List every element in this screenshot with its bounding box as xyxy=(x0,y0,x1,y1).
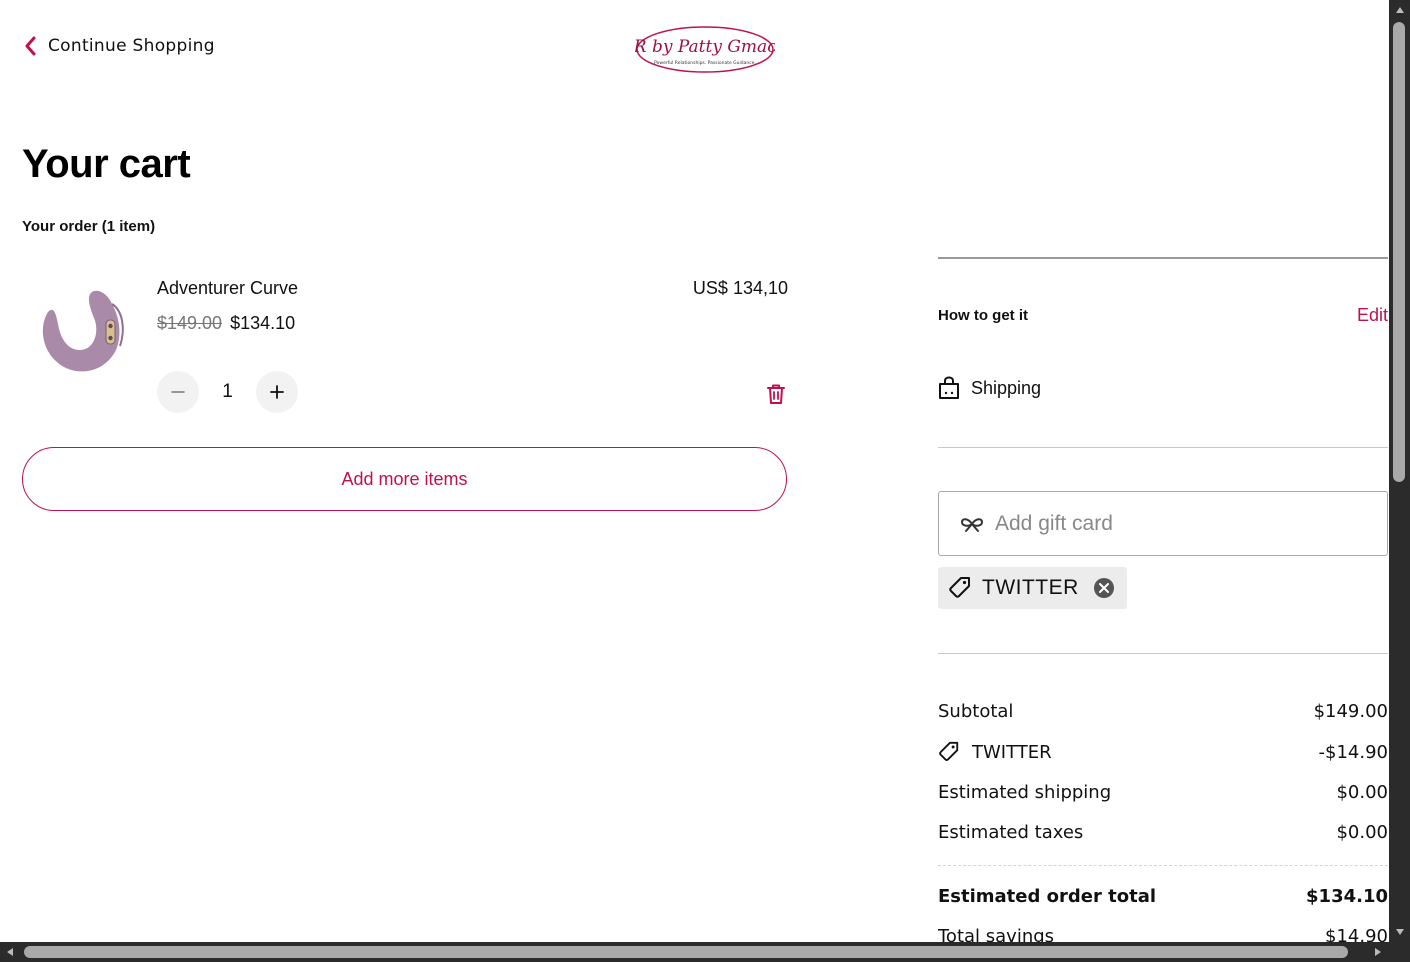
svg-text:Powerful Relationships. Passio: Powerful Relationships. Passionate Guida… xyxy=(654,60,756,66)
product-image[interactable] xyxy=(28,270,133,380)
scrollbar-corner xyxy=(1389,942,1410,962)
gift-card-icon xyxy=(959,514,985,534)
gift-card-input[interactable]: Add gift card xyxy=(938,491,1388,556)
taxes-label: Estimated taxes xyxy=(938,822,1084,843)
scroll-down-icon[interactable] xyxy=(1389,922,1410,942)
shipping-row: Estimated shipping $0.00 xyxy=(938,782,1388,803)
scroll-left-icon[interactable] xyxy=(0,942,20,962)
continue-shopping-label: Continue Shopping xyxy=(48,36,215,56)
store-logo[interactable]: PR by Patty Gmach Powerful Relationships… xyxy=(621,25,788,74)
discount-row: TWITTER -$14.90 xyxy=(938,741,1388,763)
gift-card-placeholder: Add gift card xyxy=(995,511,1113,535)
tag-icon xyxy=(938,741,960,763)
horizontal-scrollbar[interactable] xyxy=(0,942,1410,962)
scroll-up-icon[interactable] xyxy=(1389,0,1410,20)
page-title: Your cart xyxy=(22,142,191,186)
fulfillment-method: Shipping xyxy=(938,376,1041,400)
product-prices: $149.00 $134.10 xyxy=(157,313,295,334)
divider xyxy=(938,653,1388,654)
taxes-row: Estimated taxes $0.00 xyxy=(938,822,1388,843)
order-total-label: Estimated order total xyxy=(938,886,1157,907)
minus-icon xyxy=(170,384,186,400)
sale-price: $134.10 xyxy=(230,313,296,333)
plus-icon xyxy=(269,384,285,400)
order-count: Your order (1 item) xyxy=(22,218,156,235)
decrease-quantity-button[interactable] xyxy=(157,371,199,413)
fulfillment-heading: How to get it xyxy=(938,307,1028,324)
divider xyxy=(938,257,1388,259)
add-more-items-button[interactable]: Add more items xyxy=(22,447,787,511)
svg-text:PR by Patty Gmach: PR by Patty Gmach xyxy=(635,37,775,57)
promo-code: TWITTER xyxy=(982,576,1079,599)
discount-value: -$14.90 xyxy=(1318,741,1388,763)
product-name[interactable]: Adventurer Curve xyxy=(157,278,298,299)
tag-icon xyxy=(948,576,972,600)
shipping-value: $0.00 xyxy=(1336,782,1388,803)
shipping-label: Estimated shipping xyxy=(938,782,1112,803)
close-circle-icon[interactable] xyxy=(1093,577,1115,599)
discount-label: TWITTER xyxy=(972,741,1052,763)
order-total-value: $134.10 xyxy=(1306,886,1388,907)
subtotal-label: Subtotal xyxy=(938,701,1014,722)
quantity-value: 1 xyxy=(222,381,233,402)
summary-divider xyxy=(938,865,1388,866)
taxes-value: $0.00 xyxy=(1336,822,1388,843)
subtotal-value: $149.00 xyxy=(1313,701,1388,722)
vertical-scroll-thumb[interactable] xyxy=(1393,22,1405,482)
fulfillment-method-label: Shipping xyxy=(971,377,1042,398)
line-total: US$ 134,10 xyxy=(692,278,788,298)
edit-fulfillment-link[interactable]: Edit xyxy=(1340,305,1388,326)
trash-icon[interactable] xyxy=(765,382,787,406)
subtotal-row: Subtotal $149.00 xyxy=(938,701,1388,722)
chevron-left-icon xyxy=(24,36,38,56)
order-total-row: Estimated order total $134.10 xyxy=(938,886,1388,907)
applied-promo-chip: TWITTER xyxy=(938,567,1127,609)
horizontal-scroll-thumb[interactable] xyxy=(24,946,1348,958)
continue-shopping-link[interactable]: Continue Shopping xyxy=(24,36,215,56)
vertical-scrollbar[interactable] xyxy=(1389,0,1410,942)
increase-quantity-button[interactable] xyxy=(256,371,298,413)
original-price: $149.00 xyxy=(157,313,223,333)
divider xyxy=(938,447,1388,448)
shopping-bag-icon xyxy=(938,376,960,400)
scroll-right-icon[interactable] xyxy=(1368,942,1388,962)
